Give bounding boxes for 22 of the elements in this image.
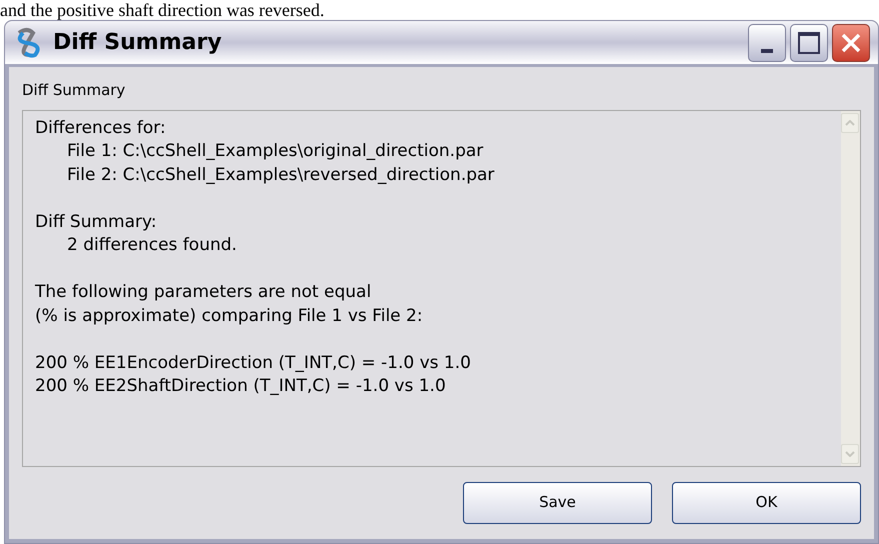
text-line: File 2: C:\ccShell_Examples\reversed_direction.par bbox=[67, 164, 494, 186]
text-line: The following parameters are not equal bbox=[35, 281, 372, 304]
close-button[interactable] bbox=[832, 24, 870, 62]
text-line: Diff Summary: bbox=[35, 210, 157, 234]
minimize-button[interactable] bbox=[748, 24, 786, 62]
chevron-down-icon bbox=[845, 450, 855, 456]
text-line: 2 differences found. bbox=[67, 234, 237, 257]
maximize-button[interactable] bbox=[790, 24, 828, 62]
text-line: 200 % EE1EncoderDirection (T_INT,C) = -1.0 vs 1.0 bbox=[35, 352, 471, 374]
dialog-button[interactable]: Save bbox=[463, 482, 652, 524]
close-icon bbox=[840, 32, 862, 54]
document-text: and the positive shaft direction was reversed. bbox=[0, 0, 324, 20]
dialog-button[interactable]: OK bbox=[672, 482, 861, 524]
window-title: Diff Summary bbox=[53, 29, 222, 57]
section-label: Diff Summary bbox=[22, 80, 126, 101]
chevron-up-icon bbox=[845, 120, 855, 126]
minimize-icon bbox=[761, 48, 773, 52]
text-line: (% is approximate) comparing File 1 vs File 2: bbox=[35, 304, 423, 328]
text-line: Differences for: bbox=[35, 116, 166, 140]
text-line: File 1: C:\ccShell_Examples\original_direction.par bbox=[67, 140, 484, 163]
maximize-icon bbox=[798, 32, 820, 54]
text-line: 200 % EE2ShaftDirection (T_INT,C) = -1.0 vs 1.0 bbox=[35, 375, 446, 398]
